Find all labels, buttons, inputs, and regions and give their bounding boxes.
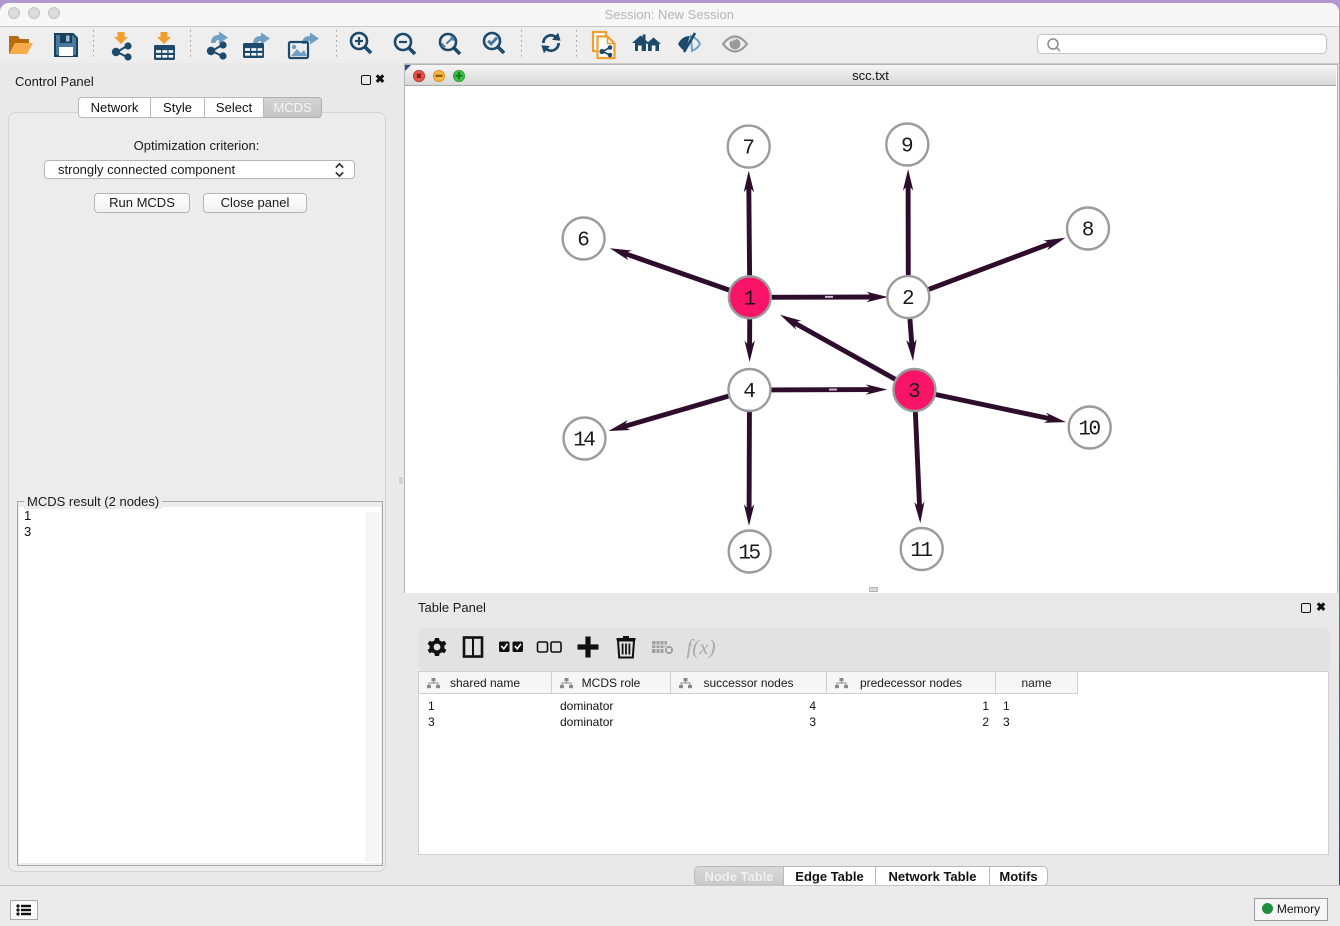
svg-text:14: 14 [573, 430, 595, 453]
svg-text:10: 10 [1078, 419, 1100, 442]
svg-text:8: 8 [1082, 220, 1095, 243]
svg-text:11: 11 [910, 540, 932, 563]
svg-text:3: 3 [908, 381, 921, 404]
svg-text:9: 9 [901, 136, 914, 159]
svg-text:6: 6 [577, 230, 590, 253]
svg-text:2: 2 [902, 288, 915, 311]
svg-text:7: 7 [742, 138, 755, 161]
svg-text:4: 4 [743, 381, 756, 404]
svg-text:1: 1 [743, 288, 756, 311]
svg-text:15: 15 [738, 543, 760, 566]
svg-text:f(x): f(x) [686, 635, 715, 659]
